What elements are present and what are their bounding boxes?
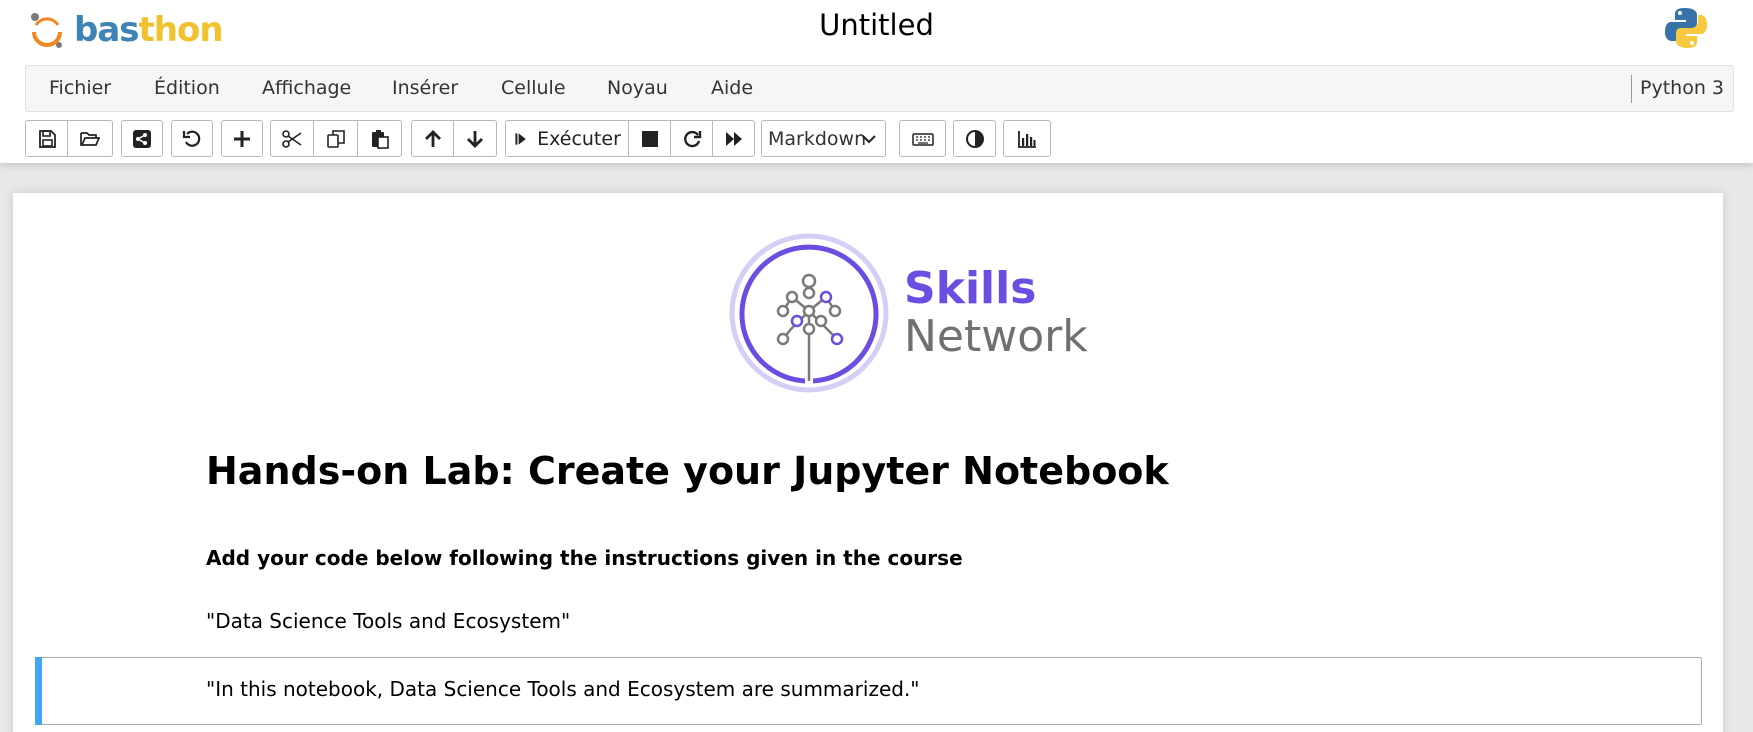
theme-toggle-button[interactable] xyxy=(953,120,996,157)
insert-cell-button[interactable] xyxy=(221,120,263,157)
selected-markdown-cell[interactable]: "In this notebook, Data Science Tools an… xyxy=(35,657,1702,725)
notebook-text-title: "Data Science Tools and Ecosystem" xyxy=(206,609,571,633)
menu-noyau[interactable]: Noyau xyxy=(607,77,668,99)
bar-chart-icon xyxy=(1018,130,1036,148)
keyboard-shortcuts-button[interactable] xyxy=(899,120,946,157)
undo-button[interactable] xyxy=(171,120,213,157)
share-icon xyxy=(133,129,151,148)
chevron-down-icon xyxy=(862,135,876,144)
notebook-heading: Hands-on Lab: Create your Jupyter Notebo… xyxy=(206,449,1169,493)
arrow-down-icon xyxy=(467,130,483,148)
menu-cellule[interactable]: Cellule xyxy=(501,77,566,99)
menu-affichage[interactable]: Affichage xyxy=(262,77,351,99)
menubar: Fichier Édition Affichage Insérer Cellul… xyxy=(25,65,1734,112)
save-icon xyxy=(38,129,56,148)
menu-fichier[interactable]: Fichier xyxy=(49,77,111,99)
interrupt-button[interactable] xyxy=(629,120,671,157)
menu-edition[interactable]: Édition xyxy=(154,77,220,99)
run-button[interactable]: Exécuter xyxy=(505,120,629,157)
copy-button[interactable] xyxy=(314,120,358,157)
cut-button[interactable] xyxy=(270,120,314,157)
arrow-up-icon xyxy=(424,129,441,147)
run-button-label: Exécuter xyxy=(537,127,621,150)
cell-text: "In this notebook, Data Science Tools an… xyxy=(206,677,920,701)
fast-forward-icon xyxy=(725,131,742,146)
logo-network-text: Network xyxy=(904,311,1088,362)
restart-run-all-button[interactable] xyxy=(713,120,755,157)
undo-icon xyxy=(182,130,201,147)
cell-selection-bar xyxy=(35,657,42,725)
notebook-page: Skills Network Hands-on Lab: Create your… xyxy=(13,193,1723,732)
copy-icon xyxy=(326,129,345,148)
move-up-button[interactable] xyxy=(411,120,454,157)
cell-type-value: Markdown xyxy=(768,127,867,150)
cell-type-select[interactable]: Markdown xyxy=(761,120,886,157)
stop-icon xyxy=(641,130,658,147)
step-forward-icon xyxy=(515,132,526,145)
variables-button[interactable] xyxy=(1003,120,1051,157)
paste-button[interactable] xyxy=(358,120,402,157)
kernel-separator xyxy=(1631,75,1632,103)
contrast-icon xyxy=(965,129,984,148)
restart-button[interactable] xyxy=(671,120,713,157)
restart-icon xyxy=(683,130,701,147)
scissors-icon xyxy=(282,129,302,148)
plus-icon xyxy=(234,130,250,147)
move-down-button[interactable] xyxy=(454,120,497,157)
folder-open-icon xyxy=(80,131,100,146)
open-button[interactable] xyxy=(68,120,113,157)
header: basthon Untitled Fichier Édition Afficha… xyxy=(0,0,1753,163)
menu-inserer[interactable]: Insérer xyxy=(392,77,458,99)
menu-aide[interactable]: Aide xyxy=(711,77,753,99)
paste-icon xyxy=(371,129,389,149)
python-logo-icon xyxy=(1665,8,1707,48)
keyboard-icon xyxy=(911,132,934,146)
share-button[interactable] xyxy=(121,120,163,157)
save-button[interactable] xyxy=(25,120,68,157)
notebook-title[interactable]: Untitled xyxy=(0,8,1753,42)
logo-skills-text: Skills xyxy=(904,263,1037,314)
notebook-subheading: Add your code below following the instru… xyxy=(206,546,963,570)
kernel-indicator: Python 3 xyxy=(1640,77,1724,99)
